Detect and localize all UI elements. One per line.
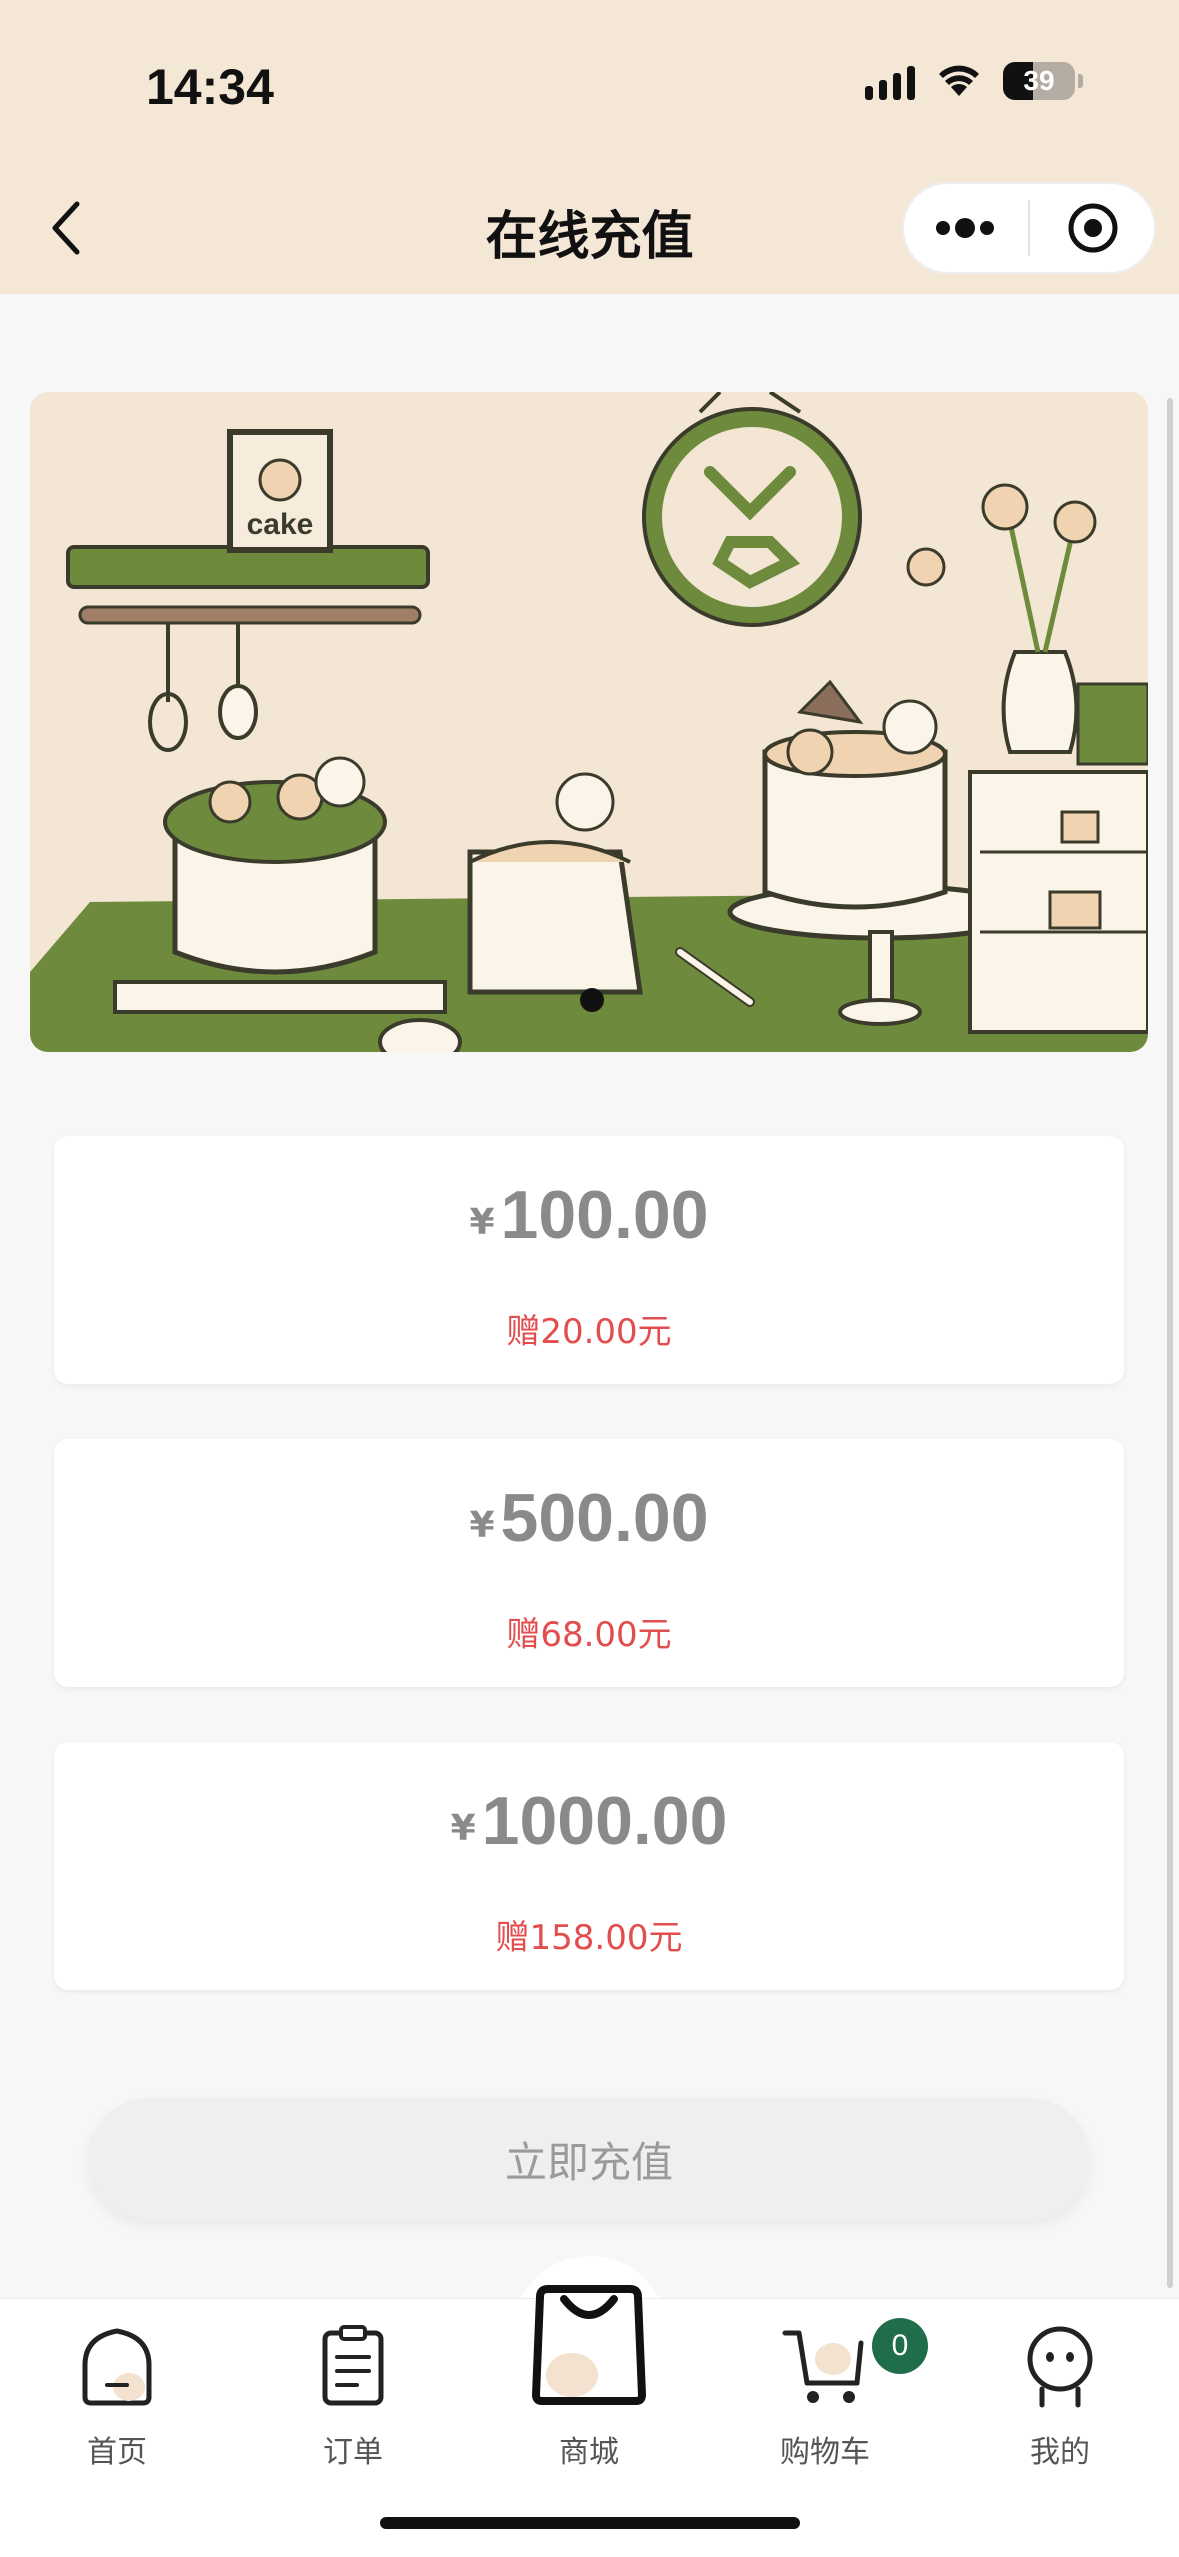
bonus-text: 赠20.00元: [506, 1312, 672, 1352]
more-dots-icon: [936, 218, 994, 238]
battery-level: 39: [1023, 65, 1055, 96]
currency-symbol: ¥: [450, 1808, 476, 1849]
tab-label: 我的: [1030, 2435, 1090, 2470]
profile-icon: [1027, 2326, 1093, 2408]
battery-icon: 39: [1003, 62, 1075, 100]
status-icons: 39: [865, 62, 1083, 100]
option-amount: ¥100.00: [54, 1176, 1124, 1254]
amount-value: 1000.00: [481, 1783, 728, 1859]
banner-image: cake: [30, 392, 1148, 1052]
more-button[interactable]: [902, 182, 1028, 274]
recharge-option-1000[interactable]: ¥1000.00 赠158.00元: [54, 1742, 1124, 1990]
order-icon: [322, 2325, 384, 2406]
amount-value: 100.00: [500, 1177, 709, 1253]
wifi-icon: [939, 65, 979, 96]
tab-profile[interactable]: 我的: [960, 2299, 1160, 2479]
home-icon: [82, 2328, 152, 2406]
tab-orders[interactable]: 订单: [253, 2299, 453, 2479]
tab-home[interactable]: 首页: [17, 2299, 217, 2479]
recharge-option-100[interactable]: ¥100.00 赠20.00元: [54, 1136, 1124, 1384]
header-area: 14:34 39 在线充值: [0, 0, 1179, 294]
currency-symbol: ¥: [469, 1505, 495, 1546]
tab-label: 购物车: [780, 2435, 870, 2470]
tab-mall[interactable]: 商城: [489, 2285, 689, 2479]
scrollbar[interactable]: [1167, 398, 1173, 2288]
bonus-text: 赠158.00元: [495, 1918, 683, 1958]
option-amount: ¥500.00: [54, 1479, 1124, 1557]
cart-count-badge: 0: [872, 2318, 928, 2374]
recharge-option-500[interactable]: ¥500.00 赠68.00元: [54, 1439, 1124, 1687]
signal-icon: [865, 62, 915, 100]
close-miniprogram-button[interactable]: [1030, 182, 1156, 274]
tab-label: 首页: [87, 2435, 147, 2470]
status-time: 14:34: [146, 59, 274, 115]
target-close-icon: [1068, 203, 1118, 253]
recharge-now-button[interactable]: 立即充值: [88, 2098, 1090, 2220]
currency-symbol: ¥: [469, 1202, 495, 1243]
miniprogram-capsule: [902, 182, 1156, 274]
cart-icon: [782, 2330, 864, 2403]
tab-label: 商城: [559, 2435, 619, 2470]
option-amount: ¥1000.00: [54, 1782, 1124, 1860]
banner-shelf-label: cake: [247, 508, 314, 541]
home-indicator[interactable]: [380, 2517, 800, 2529]
tab-label: 订单: [323, 2435, 383, 2470]
shopping-bag-icon: [531, 2285, 647, 2405]
amount-value: 500.00: [500, 1480, 709, 1556]
bonus-text: 赠68.00元: [506, 1615, 672, 1655]
